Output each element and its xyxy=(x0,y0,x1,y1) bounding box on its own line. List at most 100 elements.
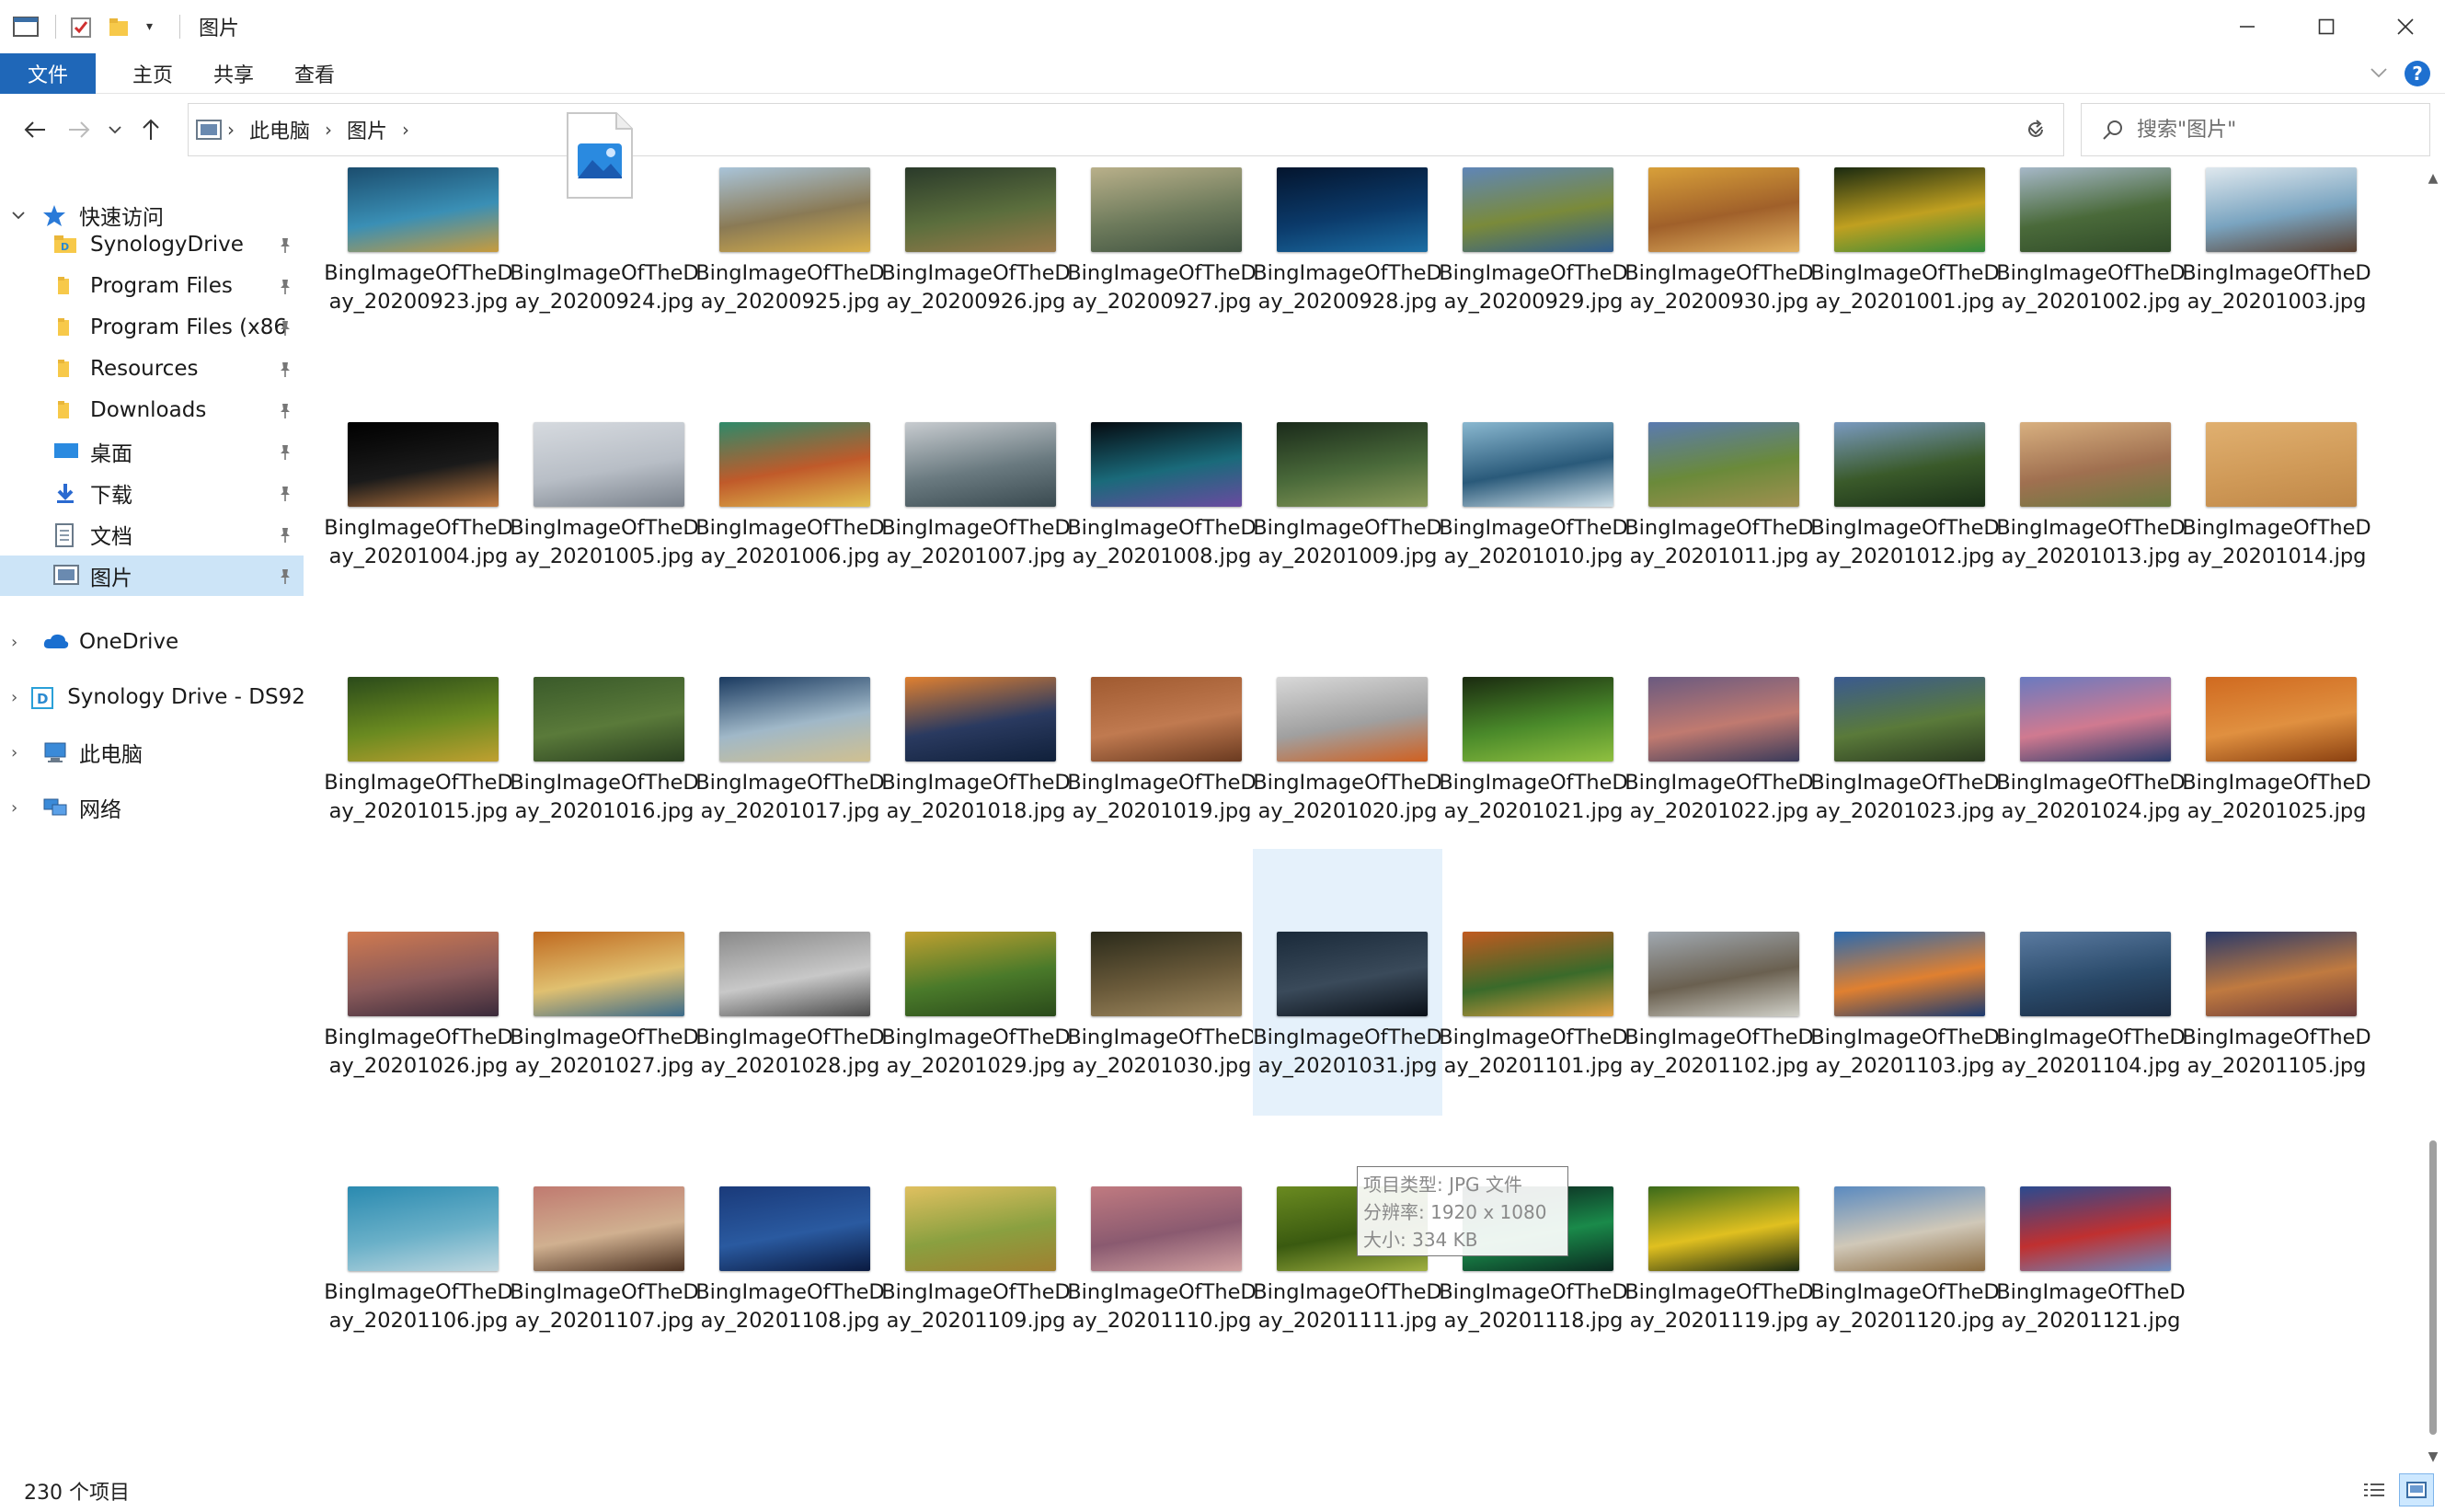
nav-synology-drive[interactable]: › D Synology Drive - DS92( xyxy=(0,677,304,717)
file-tile[interactable]: BingImageOfTheDay_20201110.jpg xyxy=(1067,1104,1257,1370)
file-tile[interactable]: BingImageOfTheDay_20201016.jpg xyxy=(510,594,699,861)
file-tile[interactable]: BingImageOfTheDay_20201004.jpg xyxy=(324,339,513,606)
back-button[interactable] xyxy=(13,108,57,152)
expand-chevron-icon[interactable]: › xyxy=(11,633,29,652)
vertical-scrollbar[interactable]: ▲ ▼ xyxy=(2421,166,2445,1470)
pin-icon[interactable] xyxy=(278,442,293,460)
file-tile[interactable]: BingImageOfTheDay_20201109.jpg xyxy=(881,1104,1071,1370)
file-tile[interactable]: BingImageOfTheDay_20201021.jpg xyxy=(1439,594,1628,861)
file-tile[interactable]: BingImageOfTheDay_20201008.jpg xyxy=(1067,339,1257,606)
pin-icon[interactable] xyxy=(278,360,293,377)
file-tile[interactable]: BingImageOfTheDay_20200923.jpg xyxy=(324,85,513,351)
breadcrumb-separator[interactable]: › xyxy=(227,119,235,141)
file-tile[interactable]: BingImageOfTheDay_20201007.jpg xyxy=(881,339,1071,606)
file-tile[interactable]: BingImageOfTheDay_20201120.jpg xyxy=(1810,1104,2000,1370)
file-tile[interactable]: BingImageOfTheDay_20201006.jpg xyxy=(695,339,885,606)
file-tile[interactable]: BingImageOfTheDay_20201101.jpg xyxy=(1439,849,1628,1116)
file-tile[interactable]: BingImageOfTheDay_20200926.jpg xyxy=(881,85,1071,351)
file-tile[interactable]: BingImageOfTheDay_20201107.jpg xyxy=(510,1104,699,1370)
scroll-down-icon[interactable]: ▼ xyxy=(2421,1444,2445,1470)
file-view[interactable]: BingImageOfTheDay_20200923.jpg BingImageO… xyxy=(324,112,2421,1458)
sidebar-item-pinned[interactable]: Resources xyxy=(0,349,304,389)
file-tile[interactable]: BingImageOfTheDay_20201010.jpg xyxy=(1439,339,1628,606)
up-button[interactable] xyxy=(129,108,173,152)
recent-locations-button[interactable] xyxy=(101,108,129,152)
file-tile[interactable]: BingImageOfTheDay_20201108.jpg xyxy=(695,1104,885,1370)
pin-icon[interactable] xyxy=(278,401,293,418)
minimize-button[interactable] xyxy=(2208,0,2287,53)
file-tile[interactable]: BingImageOfTheDay_20201121.jpg xyxy=(1996,1104,2186,1370)
file-tile[interactable]: BingImageOfTheDay_20201102.jpg xyxy=(1624,849,1814,1116)
file-tile[interactable]: BingImageOfTheDay_20201103.jpg xyxy=(1810,849,2000,1116)
sidebar-item-pictures[interactable]: 图片 xyxy=(0,556,304,596)
file-tile[interactable]: BingImageOfTheDay_20200930.jpg xyxy=(1624,85,1814,351)
file-tile[interactable]: BingImageOfTheDay_20200925.jpg xyxy=(695,85,885,351)
pin-icon[interactable] xyxy=(278,525,293,543)
file-tile[interactable]: BingImageOfTheDay_20201029.jpg xyxy=(881,849,1071,1116)
file-tile[interactable]: BingImageOfTheDay_20201020.jpg xyxy=(1253,594,1442,861)
file-tile[interactable]: BingImageOfTheDay_20201027.jpg xyxy=(510,849,699,1116)
file-tile[interactable]: BingImageOfTheDay_20200929.jpg xyxy=(1439,85,1628,351)
file-tile[interactable]: BingImageOfTheDay_20201013.jpg xyxy=(1996,339,2186,606)
tab-home[interactable]: 主页 xyxy=(121,59,184,88)
file-tile[interactable]: BingImageOfTheDay_20200927.jpg xyxy=(1067,85,1257,351)
expand-chevron-icon[interactable]: › xyxy=(11,798,29,818)
expand-chevron-icon[interactable]: › xyxy=(11,743,29,762)
file-tile[interactable]: BingImageOfTheDay_20201030.jpg xyxy=(1067,849,1257,1116)
file-tile[interactable]: BingImageOfTheDay_20201025.jpg xyxy=(2182,594,2371,861)
file-tile[interactable]: BingImageOfTheDay_20200924.jpg xyxy=(510,85,699,351)
file-tile[interactable]: BingImageOfTheDay_20201009.jpg xyxy=(1253,339,1442,606)
expand-chevron-icon[interactable] xyxy=(11,206,29,225)
file-tile[interactable]: BingImageOfTheDay_20201019.jpg xyxy=(1067,594,1257,861)
properties-icon[interactable] xyxy=(69,16,97,38)
large-icons-view-button[interactable] xyxy=(2399,1473,2434,1506)
scrollbar-thumb[interactable] xyxy=(2429,1140,2437,1435)
tab-share[interactable]: 共享 xyxy=(202,59,265,88)
file-tile[interactable]: BingImageOfTheDay_20201002.jpg xyxy=(1996,85,2186,351)
file-tile[interactable]: BingImageOfTheDay_20201003.jpg xyxy=(2182,85,2371,351)
scroll-up-icon[interactable]: ▲ xyxy=(2421,166,2445,191)
sidebar-item-pinned[interactable]: 下载 xyxy=(0,473,304,513)
file-tile[interactable]: BingImageOfTheDay_20200928.jpg xyxy=(1253,85,1442,351)
sidebar-item-pinned[interactable]: Downloads xyxy=(0,390,304,430)
file-tile[interactable]: BingImageOfTheDay_20201023.jpg xyxy=(1810,594,2000,861)
forward-button[interactable] xyxy=(57,108,101,152)
tab-view[interactable]: 查看 xyxy=(283,59,346,88)
window-app-icon[interactable] xyxy=(13,16,40,38)
customize-toolbar-icon[interactable]: ▾ xyxy=(146,16,161,38)
sidebar-item-pinned[interactable]: 文档 xyxy=(0,514,304,555)
sidebar-item-pinned[interactable]: Program Files xyxy=(0,266,304,306)
pin-icon[interactable] xyxy=(278,484,293,501)
file-tile[interactable]: BingImageOfTheDay_20201026.jpg xyxy=(324,849,513,1116)
help-icon[interactable]: ? xyxy=(2405,61,2430,86)
maximize-button[interactable] xyxy=(2287,0,2366,53)
file-tile[interactable]: BingImageOfTheDay_20201104.jpg xyxy=(1996,849,2186,1116)
new-folder-icon[interactable] xyxy=(108,16,135,38)
sidebar-item-pinned[interactable]: D SynologyDrive xyxy=(0,224,304,265)
file-tile[interactable]: BingImageOfTheDay_20201014.jpg xyxy=(2182,339,2371,606)
nav-this-pc[interactable]: › 此电脑 xyxy=(0,732,304,773)
file-tile[interactable]: BingImageOfTheDay_20201022.jpg xyxy=(1624,594,1814,861)
close-button[interactable] xyxy=(2366,0,2445,53)
file-tile[interactable]: BingImageOfTheDay_20201028.jpg xyxy=(695,849,885,1116)
file-tile[interactable]: BingImageOfTheDay_20201018.jpg xyxy=(881,594,1071,861)
sidebar-item-pinned[interactable]: Program Files (x86 xyxy=(0,307,304,348)
file-tile[interactable]: BingImageOfTheDay_20201105.jpg xyxy=(2182,849,2371,1116)
pin-icon[interactable] xyxy=(278,567,293,584)
file-tile[interactable]: BingImageOfTheDay_20201001.jpg xyxy=(1810,85,2000,351)
pin-icon[interactable] xyxy=(278,318,293,336)
sidebar-item-pinned[interactable]: 桌面 xyxy=(0,431,304,472)
expand-ribbon-icon[interactable] xyxy=(2370,64,2388,84)
nav-onedrive[interactable]: › OneDrive xyxy=(0,622,304,662)
details-view-button[interactable] xyxy=(2357,1473,2392,1506)
pin-icon[interactable] xyxy=(278,277,293,294)
pin-icon[interactable] xyxy=(278,235,293,253)
file-tile[interactable]: BingImageOfTheDay_20201031.jpg xyxy=(1253,849,1442,1116)
file-tile[interactable]: BingImageOfTheDay_20201005.jpg xyxy=(510,339,699,606)
expand-chevron-icon[interactable]: › xyxy=(11,688,17,707)
nav-network[interactable]: › 网络 xyxy=(0,787,304,828)
file-tile[interactable]: BingImageOfTheDay_20201106.jpg xyxy=(324,1104,513,1370)
file-tile[interactable]: BingImageOfTheDay_20201024.jpg xyxy=(1996,594,2186,861)
file-tile[interactable]: BingImageOfTheDay_20201011.jpg xyxy=(1624,339,1814,606)
tab-file[interactable]: 文件 xyxy=(0,52,96,94)
